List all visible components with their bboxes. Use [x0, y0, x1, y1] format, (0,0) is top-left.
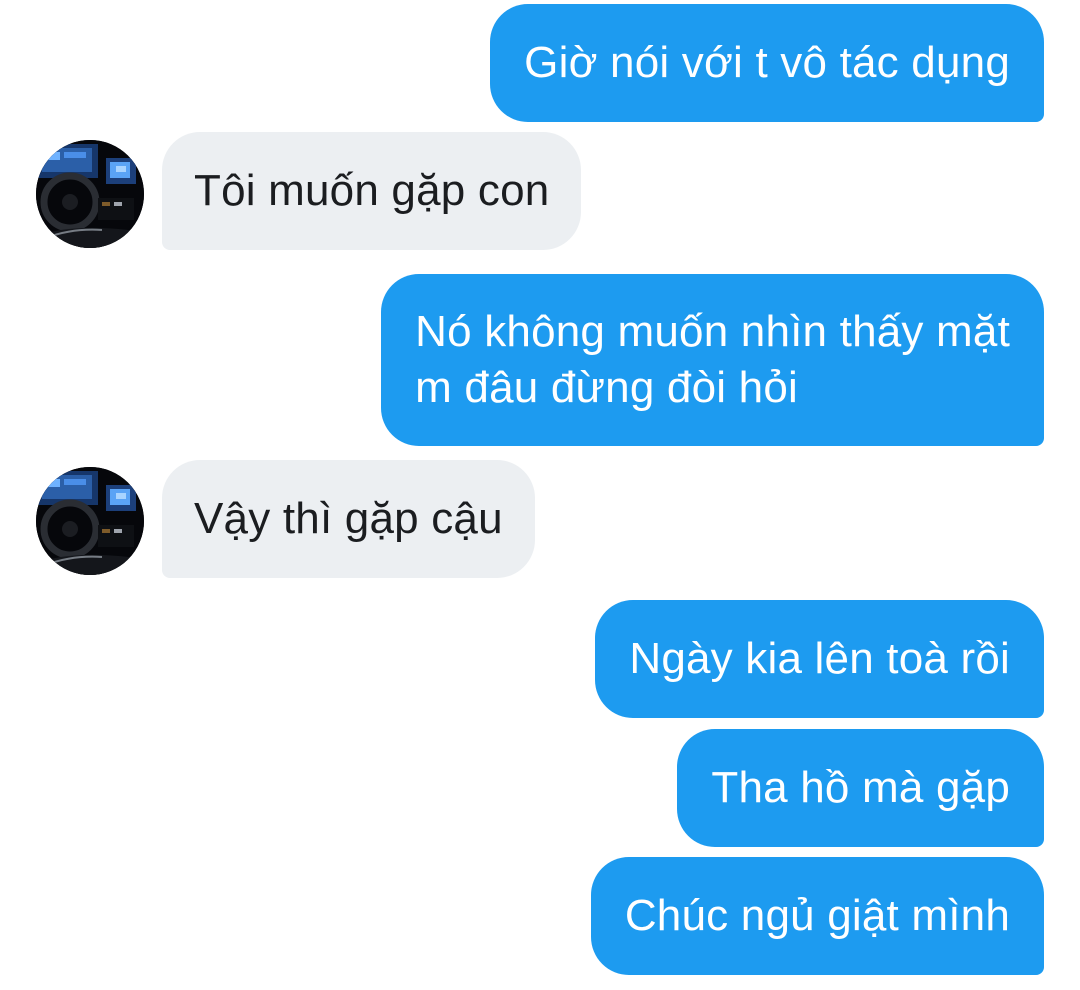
message-text: Giờ nói với t vô tác dụng	[524, 38, 1010, 87]
sent-message-bubble[interactable]: Giờ nói với t vô tác dụng	[490, 4, 1044, 122]
message-text: Chúc ngủ giật mình	[624, 891, 1010, 940]
message-text: Vậy thì gặp cậu	[194, 494, 503, 543]
contact-avatar[interactable]	[36, 467, 144, 575]
sent-message-bubble[interactable]: Ngày kia lên toà rồi	[595, 600, 1044, 718]
sent-message-bubble[interactable]: Chúc ngủ giật mình	[590, 857, 1044, 975]
sent-message-bubble[interactable]: Tha hồ mà gặp	[677, 729, 1044, 847]
car-dashboard-avatar-icon	[36, 467, 144, 575]
message-text-line: Nó không muốn nhìn thấy mặt	[415, 307, 1010, 356]
message-text: Ngày kia lên toà rồi	[629, 634, 1010, 683]
sent-message-bubble[interactable]: Nó không muốn nhìn thấy mặt m đâu đừng đ…	[381, 274, 1044, 446]
message-text-line: m đâu đừng đòi hỏi	[415, 363, 798, 412]
car-dashboard-avatar-icon	[36, 140, 144, 248]
message-thread: Giờ nói với t vô tác dụng Tôi muốn gặp c…	[0, 0, 1080, 990]
received-message-bubble[interactable]: Tôi muốn gặp con	[162, 132, 582, 250]
received-message-bubble[interactable]: Vậy thì gặp cậu	[162, 460, 535, 578]
message-text: Tôi muốn gặp con	[194, 166, 550, 215]
message-text: Tha hồ mà gặp	[711, 763, 1010, 812]
contact-avatar[interactable]	[36, 140, 144, 248]
